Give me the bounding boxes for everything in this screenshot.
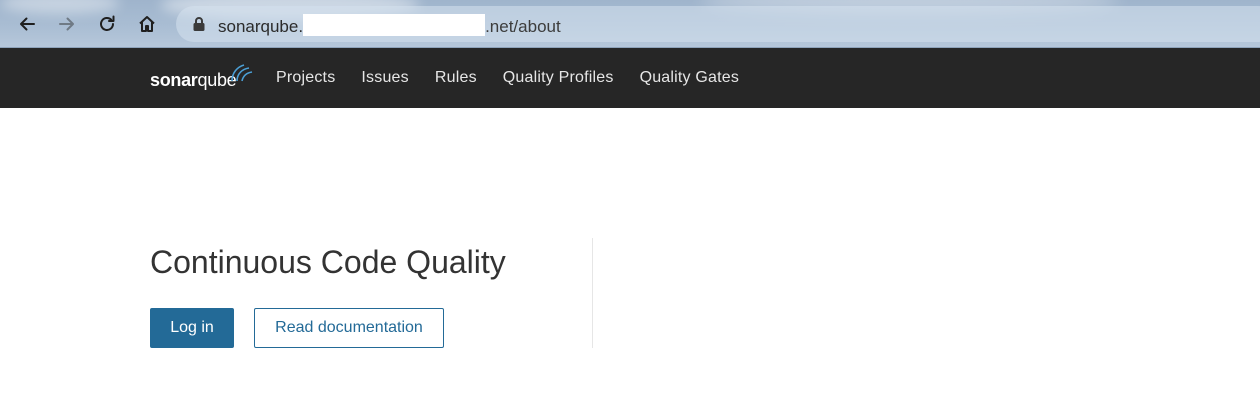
address-bar[interactable]: sonarqube. .net/about	[176, 6, 1260, 42]
browser-toolbar: sonarqube. .net/about	[0, 0, 1260, 48]
login-button[interactable]: Log in	[150, 308, 234, 348]
reload-icon	[100, 15, 115, 31]
logo-wordmark: sonarqube	[150, 70, 237, 90]
logo-waves-icon	[231, 64, 253, 82]
home-button[interactable]	[132, 9, 162, 39]
vertical-divider	[592, 238, 593, 348]
url-suffix: .net/about	[485, 17, 561, 36]
back-button[interactable]	[12, 9, 42, 39]
redacted-region	[303, 14, 486, 36]
home-icon	[139, 16, 155, 32]
arrow-right-icon	[59, 17, 74, 31]
arrow-left-icon	[20, 17, 35, 31]
nav-rules[interactable]: Rules	[435, 68, 477, 88]
lock-icon[interactable]	[192, 16, 206, 32]
page-headline: Continuous Code Quality	[150, 244, 506, 280]
logo-text-sonar: sonar	[150, 70, 198, 90]
read-documentation-button[interactable]: Read documentation	[254, 308, 444, 348]
nav-issues[interactable]: Issues	[361, 68, 408, 88]
main-nav: Projects Issues Rules Quality Profiles Q…	[276, 68, 765, 88]
url-text[interactable]: sonarqube. .net/about	[218, 14, 561, 37]
global-navigation: sonarqube Projects Issues Rules Quality …	[0, 48, 1260, 108]
nav-projects[interactable]: Projects	[276, 68, 335, 88]
nav-quality-gates[interactable]: Quality Gates	[640, 68, 740, 88]
reload-button[interactable]	[92, 9, 122, 39]
forward-button[interactable]	[52, 9, 82, 39]
sonarqube-logo[interactable]: sonarqube	[150, 62, 253, 90]
nav-quality-profiles[interactable]: Quality Profiles	[503, 68, 614, 88]
url-prefix: sonarqube.	[218, 17, 304, 36]
